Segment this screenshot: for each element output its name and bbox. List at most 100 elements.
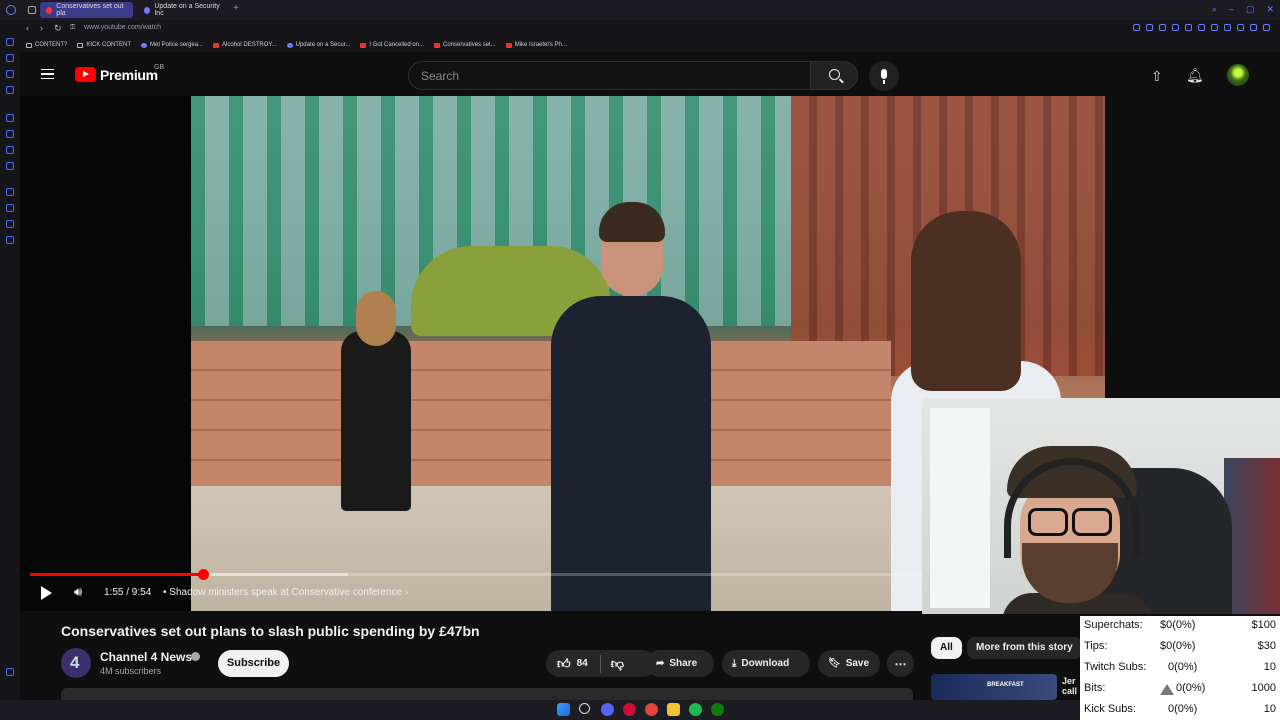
youtube-logo-icon[interactable] <box>75 67 96 82</box>
verified-icon <box>191 652 200 661</box>
sidebar-settings-icon[interactable] <box>6 236 14 244</box>
forward-button[interactable]: › <box>40 23 43 33</box>
box-icon[interactable] <box>1237 24 1244 31</box>
heart-icon[interactable] <box>1198 24 1205 31</box>
browser-logo-icon[interactable] <box>6 5 16 15</box>
maximize-button[interactable]: ▢ <box>1246 4 1255 15</box>
minimize-button[interactable]: – <box>1229 4 1234 15</box>
tab-security-incident[interactable]: Update on a Security Inc <box>138 2 230 18</box>
stat-label: Bits: <box>1084 682 1106 694</box>
download-button[interactable]: ⤓ Download <box>722 650 810 677</box>
share-button[interactable]: ➦ Share <box>646 650 714 677</box>
reload-button[interactable]: ↻ <box>54 23 62 34</box>
play-icon[interactable] <box>41 586 52 600</box>
search-input[interactable] <box>409 62 789 89</box>
sidebar-twitch-icon[interactable] <box>6 130 14 138</box>
file-explorer-icon[interactable] <box>667 703 680 716</box>
window-controls: ⌕ – ▢ ✕ <box>1212 4 1274 15</box>
close-window-button[interactable]: ✕ <box>1266 4 1274 15</box>
stat-row-kick-subs: Kick Subs: 0(0%) 10 <box>1084 700 1276 720</box>
camera-icon[interactable] <box>1224 24 1231 31</box>
tab-workspace-icon[interactable] <box>28 6 36 14</box>
progress-played <box>30 573 204 576</box>
download-icon: ⤓ <box>732 658 737 669</box>
back-button[interactable]: ‹ <box>26 23 29 33</box>
download-icon[interactable] <box>1250 24 1257 31</box>
channel-name[interactable]: Channel 4 News <box>100 650 192 664</box>
opera-icon[interactable] <box>623 703 636 716</box>
progress-bar[interactable] <box>30 569 922 580</box>
stat-row-tips: Tips: $0(0%) $30 <box>1084 637 1276 657</box>
video-player[interactable]: 🔊︎ 1:55 / 9:54 • Shadow ministers speak … <box>20 96 1105 611</box>
windows-start-icon[interactable] <box>557 703 570 716</box>
stat-goal: 10 <box>1263 661 1276 673</box>
sidebar-bag-icon[interactable] <box>6 54 14 62</box>
sidebar-mail-icon[interactable] <box>6 86 14 94</box>
shield-icon[interactable] <box>1172 24 1179 31</box>
bell-icon[interactable]: 🔔︎ <box>1186 67 1204 84</box>
progress-scrubber[interactable] <box>198 569 210 580</box>
chip-all[interactable]: All <box>931 637 962 659</box>
taskbar-search-icon[interactable] <box>579 703 590 714</box>
sidebar-bulb-icon[interactable] <box>6 220 14 228</box>
subscribe-button[interactable]: Subscribe <box>218 650 289 677</box>
bookmark-item[interactable]: KICK CONTENT <box>77 42 131 48</box>
bookmark-label: CONTENT? <box>35 42 68 48</box>
bookmark-item[interactable]: Alcohol DESTROY... <box>213 42 277 48</box>
discord-icon[interactable] <box>601 703 614 716</box>
sidebar-instagram-icon[interactable] <box>6 162 14 170</box>
tab-conservatives[interactable]: Conservatives set out pla <box>40 2 133 18</box>
share-label: Share <box>669 658 698 669</box>
stat-value: $0(0%) <box>1160 640 1196 652</box>
account-avatar[interactable] <box>1227 64 1249 86</box>
save-button[interactable]: 🔖︎ Save <box>818 650 880 677</box>
bookmark-item[interactable]: Mike Israetel's Ph... <box>505 42 567 48</box>
menu-icon[interactable] <box>1263 24 1270 31</box>
zoom-icon[interactable] <box>1133 24 1140 31</box>
play-extension-icon[interactable] <box>1185 24 1192 31</box>
related-video-title[interactable]: Jer call <box>1062 676 1077 696</box>
new-tab-button[interactable]: + <box>233 3 239 14</box>
stat-label: Twitch Subs: <box>1084 661 1147 673</box>
chip-more-from-story[interactable]: More from this story <box>967 637 1082 659</box>
related-video-thumbnail[interactable]: BREAKFAST <box>931 674 1057 700</box>
sidebar-app-icon[interactable] <box>6 114 14 122</box>
voice-search-button[interactable] <box>869 61 899 91</box>
bookmark-item[interactable]: I Got Cancelled on... <box>360 42 424 48</box>
spotify-icon[interactable] <box>689 703 702 716</box>
search-tabs-icon[interactable]: ⌕ <box>1212 4 1217 15</box>
description-box[interactable] <box>61 688 913 700</box>
stat-value: 0(0%) <box>1168 661 1198 673</box>
sidebar-history-icon[interactable] <box>6 38 14 46</box>
sidebar-chat-icon[interactable] <box>6 70 14 78</box>
url-field[interactable]: www.youtube.com/watch <box>84 24 161 31</box>
channel-avatar[interactable] <box>61 648 91 678</box>
sidebar-clock-icon[interactable] <box>6 204 14 212</box>
chrome-icon[interactable] <box>645 703 658 716</box>
chapter-title[interactable]: • Shadow ministers speak at Conservative… <box>163 587 408 598</box>
sidebar-player-icon[interactable] <box>6 188 14 196</box>
stat-goal: 10 <box>1263 703 1276 715</box>
sidebar-messenger-icon[interactable] <box>6 146 14 154</box>
xbox-icon[interactable] <box>711 703 724 716</box>
webcam-window <box>930 408 990 608</box>
sidebar-expand-icon[interactable] <box>6 668 14 676</box>
brand-label[interactable]: Premium <box>100 67 158 83</box>
sound-icon[interactable] <box>1211 24 1218 31</box>
hamburger-menu-icon[interactable] <box>41 69 54 79</box>
bookmark-item[interactable]: Update on a Secur... <box>286 42 350 48</box>
pin-icon[interactable] <box>1146 24 1153 31</box>
search-button[interactable] <box>810 61 858 90</box>
time-display: 1:55 / 9:54 <box>104 587 152 598</box>
bookmark-item[interactable]: Met Police sergea... <box>141 42 203 48</box>
thumbs-down-icon[interactable]: 👎︎ <box>611 656 624 672</box>
more-actions-button[interactable]: ⋯ <box>887 650 914 677</box>
thumbs-up-icon[interactable]: 👍︎ <box>557 656 571 672</box>
upload-icon[interactable]: ⇧ <box>1151 68 1163 85</box>
volume-icon[interactable]: 🔊︎ <box>74 584 82 600</box>
bookmark-item[interactable]: Conservatives set... <box>434 42 496 48</box>
divider <box>599 654 601 673</box>
bookmark-item[interactable]: CONTENT? <box>26 42 67 48</box>
screenshot-icon[interactable] <box>1159 24 1166 31</box>
youtube-icon <box>360 42 367 48</box>
